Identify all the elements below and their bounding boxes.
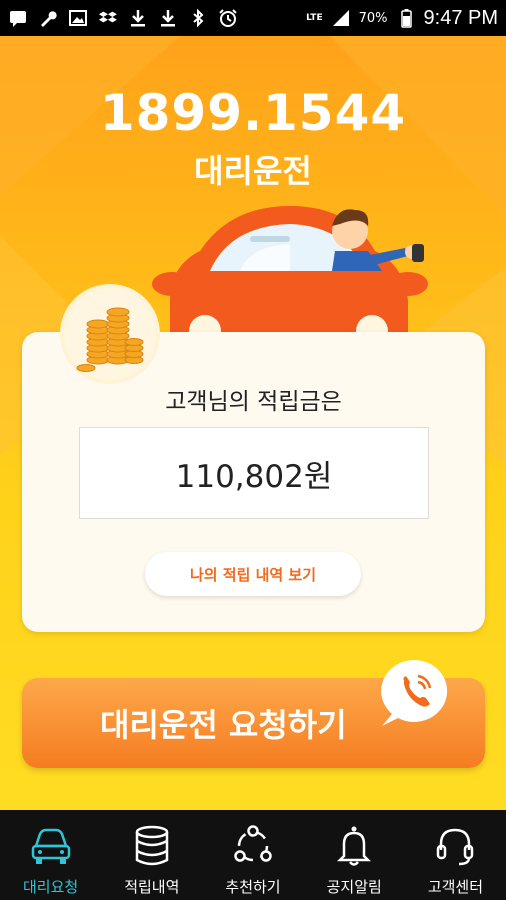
view-history-button[interactable]: 나의 적립 내역 보기 xyxy=(145,552,361,596)
bottom-nav: 대리요청 적립내역 추천하기 공지알림 고객센터 xyxy=(0,810,506,900)
share-icon xyxy=(234,825,272,862)
coins-icon xyxy=(64,288,156,380)
message-icon xyxy=(8,8,28,28)
nav-label: 대리요청 xyxy=(23,878,79,896)
signal-icon xyxy=(331,8,351,28)
wrench-icon xyxy=(38,8,58,28)
bluetooth-icon xyxy=(188,8,208,28)
headset-icon xyxy=(437,828,474,866)
nav-driver-request[interactable]: 대리요청 xyxy=(0,810,101,900)
download-icon xyxy=(128,8,148,28)
balance-amount-box: 110,802원 xyxy=(79,427,429,519)
balance-amount: 110,802원 xyxy=(175,458,333,495)
phone-call-icon[interactable] xyxy=(378,656,452,730)
balance-title: 고객님의 적립금은 xyxy=(165,389,342,415)
status-bar: LTE 70% 9:47 PM xyxy=(0,0,506,36)
alarm-icon xyxy=(218,8,238,28)
main-screen: 1899.1544 대리운전 고객님의 적립금은 110,802원 나의 적립 … xyxy=(0,36,506,810)
nav-label: 고객센터 xyxy=(427,878,484,896)
nav-notices[interactable]: 공지알림 xyxy=(304,810,405,900)
download-icon xyxy=(158,8,178,28)
image-icon xyxy=(68,8,88,28)
request-driver-label: 대리운전 요청하기 xyxy=(100,706,347,744)
nav-label: 추천하기 xyxy=(225,878,281,896)
service-title: 대리운전 xyxy=(194,152,312,190)
car-driver-illustration xyxy=(152,206,428,346)
battery-icon xyxy=(396,8,416,28)
battery-level: 70% xyxy=(358,10,388,26)
car-icon xyxy=(31,828,70,864)
nav-label: 적립내역 xyxy=(124,878,180,896)
network-type: LTE xyxy=(306,12,323,23)
nav-label: 공지알림 xyxy=(326,878,382,896)
nav-customer-center[interactable]: 고객센터 xyxy=(405,810,506,900)
coin-stack-icon xyxy=(135,825,169,866)
dropbox-icon xyxy=(98,8,118,28)
clock: 9:47 PM xyxy=(423,6,498,29)
nav-rewards-history[interactable]: 적립내역 xyxy=(101,810,202,900)
phone-number[interactable]: 1899.1544 xyxy=(0,84,506,142)
nav-recommend[interactable]: 추천하기 xyxy=(202,810,303,900)
bell-icon xyxy=(337,826,372,866)
